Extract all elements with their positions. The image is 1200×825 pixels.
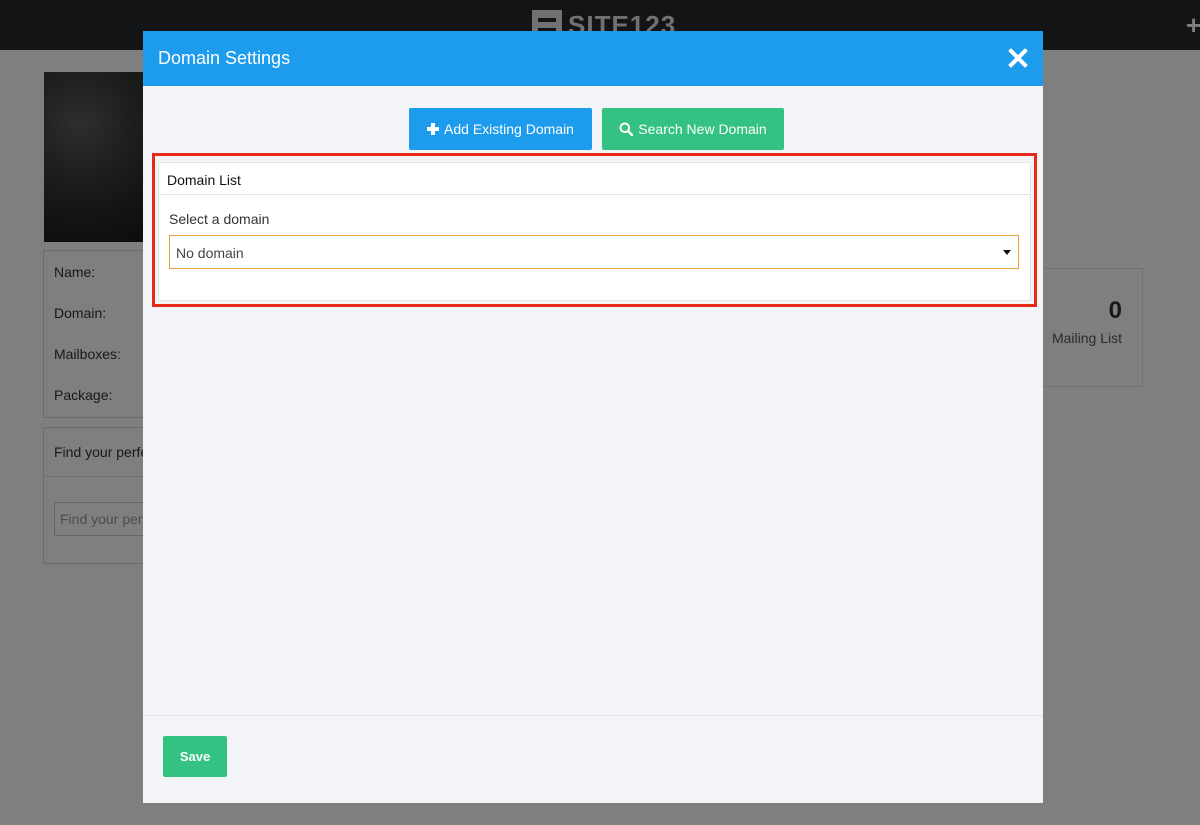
save-button[interactable]: Save: [163, 736, 227, 777]
search-new-domain-label: Search New Domain: [638, 121, 767, 137]
chevron-down-icon: [1003, 250, 1011, 255]
domain-list-panel: Domain List Select a domain No domain: [158, 162, 1031, 301]
modal-header: Domain Settings: [143, 31, 1043, 86]
add-existing-domain-label: Add Existing Domain: [444, 121, 574, 137]
close-icon[interactable]: [1007, 47, 1029, 69]
plus-icon: [427, 123, 440, 135]
modal-footer: Save: [143, 715, 1043, 803]
search-new-domain-button[interactable]: Search New Domain: [602, 108, 784, 150]
search-icon: [619, 122, 634, 136]
domain-list-title: Domain List: [167, 172, 241, 188]
domain-list-header: Domain List: [159, 163, 1030, 195]
modal-title: Domain Settings: [158, 48, 291, 68]
domain-settings-modal: Domain Settings Add Existing Domain Sear…: [143, 31, 1043, 803]
select-domain-label: Select a domain: [169, 211, 270, 227]
add-existing-domain-button[interactable]: Add Existing Domain: [409, 108, 592, 150]
domain-select[interactable]: No domain: [169, 235, 1019, 269]
domain-select-value: No domain: [176, 245, 244, 261]
